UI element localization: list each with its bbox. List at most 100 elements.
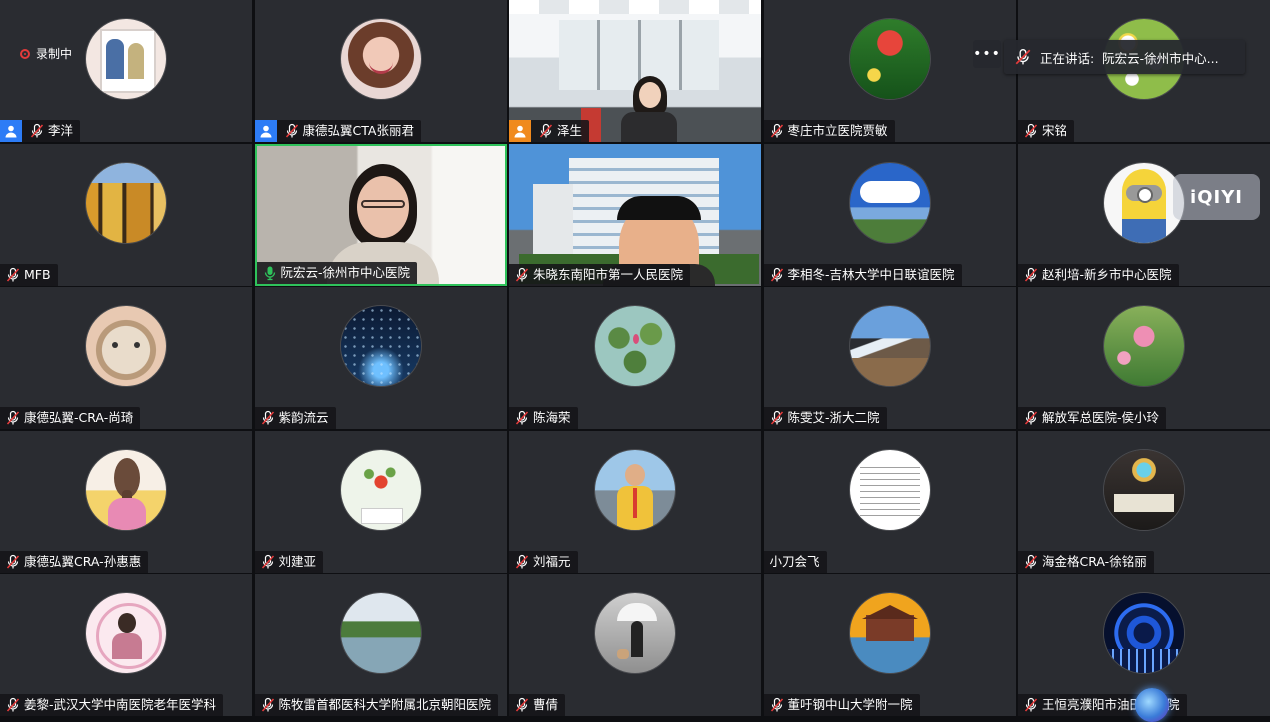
participant-name: 朱晓东南阳市第一人民医院 (533, 266, 684, 282)
participant-tile[interactable]: 刘建亚 (254, 430, 507, 573)
participant-tile[interactable]: 朱晓东南阳市第一人民医院 (509, 143, 761, 286)
participant-label: 解放军总医院-侯小玲 (1018, 407, 1167, 429)
participant-label: 姜黎-武汉大学中南医院老年医学科 (0, 694, 224, 716)
speaking-indicator[interactable]: 正在讲话: 阮宏云-徐州市中心... (1004, 40, 1245, 74)
muted-mic-icon (539, 123, 553, 138)
participant-name: 陈雯艾-浙大二院 (787, 410, 880, 425)
participant-name: 枣庄市立医院贾敏 (787, 123, 888, 138)
avatar (848, 18, 931, 100)
participant-label: 董吁钢中山大学附一院 (763, 694, 920, 716)
participant-tile[interactable]: 陈雯艾-浙大二院 (763, 287, 1016, 429)
muted-mic-icon (515, 554, 529, 569)
participant-tile[interactable]: 康德弘翼CTA张丽君 (254, 0, 507, 142)
participant-label: 李相冬-吉林大学中日联谊医院 (763, 263, 962, 286)
participant-tile[interactable]: 枣庄市立医院贾敏 (763, 0, 1016, 142)
participant-tile[interactable]: 小刀会飞 (763, 430, 1016, 573)
participant-tile[interactable]: 李相冬-吉林大学中日联谊医院 (763, 143, 1016, 286)
muted-mic-icon (6, 697, 20, 712)
participant-tile[interactable]: 海金格CRA-徐铭丽 (1018, 430, 1270, 573)
participant-tile[interactable]: 李洋 (0, 0, 252, 142)
muted-mic-icon (6, 554, 20, 569)
participant-label: 紫韵流云 (254, 407, 336, 429)
participant-name: 赵利培-新乡市中心医院 (1042, 266, 1172, 282)
speaking-label: 正在讲话: 阮宏云-徐州市中心... (1040, 50, 1219, 66)
recording-indicator[interactable]: 录制中 (20, 45, 72, 62)
avatar (85, 161, 167, 244)
avatar (1103, 305, 1185, 387)
participant-tile[interactable]: 董吁钢中山大学附一院 (763, 574, 1016, 716)
participant-tile[interactable]: MFB (0, 143, 252, 286)
more-options-button[interactable]: ••• (973, 40, 1001, 68)
speaking-mic-icon (264, 266, 275, 280)
participant-tile[interactable]: 解放军总医院-侯小玲 (1018, 287, 1270, 429)
avatar (339, 592, 422, 674)
participant-tile[interactable]: 康德弘翼-CRA-尚琦 (0, 287, 252, 429)
participant-label: 宋铭 (1018, 120, 1075, 142)
floating-assistant-icon[interactable] (1135, 688, 1169, 722)
participant-label: 李洋 (0, 120, 81, 142)
participant-label: 陈雯艾-浙大二院 (763, 407, 887, 429)
muted-mic-icon (285, 123, 298, 138)
participant-label: 陈牧雷首都医科大学附属北京朝阳医院 (254, 694, 499, 716)
participant-label: 刘建亚 (254, 550, 324, 573)
muted-mic-icon (770, 697, 783, 712)
avatar (848, 592, 931, 674)
avatar (85, 18, 167, 100)
muted-mic-icon (30, 123, 44, 138)
participant-label: 小刀会飞 (763, 550, 827, 573)
participant-tile[interactable]: 陈牧雷首都医科大学附属北京朝阳医院 (254, 574, 507, 716)
participant-name: 小刀会飞 (769, 553, 820, 569)
muted-mic-icon (261, 697, 274, 712)
participant-name: 阮宏云-徐州市中心医院 (280, 264, 411, 280)
participant-tile[interactable]: 紫韵流云 (254, 287, 507, 429)
participant-label: 康德弘翼CTA张丽君 (254, 120, 421, 142)
participant-name: 李洋 (48, 123, 74, 138)
avatar (594, 448, 676, 531)
recording-label: 录制中 (36, 47, 73, 61)
participant-name: 解放军总医院-侯小玲 (1042, 410, 1160, 425)
participant-label: 刘福元 (509, 550, 578, 573)
participant-label: 曹倩 (509, 694, 566, 716)
cohost-badge-icon (509, 120, 531, 142)
avatar (594, 305, 676, 387)
participant-name: 刘福元 (533, 553, 571, 569)
participant-name: 宋铭 (1042, 123, 1068, 138)
watermark-text: iQIYI (1190, 186, 1243, 208)
participant-name: 董吁钢中山大学附一院 (787, 697, 913, 712)
participant-tile[interactable]: 刘福元 (509, 430, 761, 573)
avatar (848, 161, 931, 244)
participant-name: 康德弘翼-CRA-尚琦 (24, 410, 134, 425)
participant-label: 枣庄市立医院贾敏 (763, 120, 895, 142)
muted-mic-icon (770, 267, 783, 282)
participant-name: 海金格CRA-徐铭丽 (1042, 553, 1147, 569)
muted-mic-icon (261, 410, 274, 425)
participant-tile[interactable]: 康德弘翼CRA-孙惠惠 (0, 430, 252, 573)
participant-tile[interactable]: 泽生 (509, 0, 761, 142)
muted-mic-icon (6, 410, 20, 425)
participant-name: 紫韵流云 (278, 410, 329, 425)
avatar (1103, 448, 1185, 531)
participant-label: 赵利培-新乡市中心医院 (1018, 263, 1179, 286)
participant-tile[interactable]: 阮宏云-徐州市中心医院 (254, 143, 507, 286)
muted-mic-icon (770, 123, 783, 138)
muted-mic-icon (515, 410, 529, 425)
avatar (85, 448, 167, 531)
record-icon (20, 48, 30, 59)
avatar (594, 592, 676, 674)
muted-mic-icon (1024, 697, 1038, 712)
muted-mic-icon (261, 554, 274, 569)
participant-name: 李相冬-吉林大学中日联谊医院 (787, 266, 955, 282)
avatar (339, 18, 422, 100)
participant-tile[interactable]: 曹倩 (509, 574, 761, 716)
more-icon: ••• (973, 46, 1001, 62)
avatar (85, 592, 167, 674)
muted-mic-icon (6, 267, 20, 282)
participant-name: 姜黎-武汉大学中南医院老年医学科 (24, 697, 217, 712)
participant-tile[interactable]: 陈海荣 (509, 287, 761, 429)
participant-tile[interactable]: 姜黎-武汉大学中南医院老年医学科 (0, 574, 252, 716)
participant-label: 康德弘翼-CRA-尚琦 (0, 407, 141, 429)
participant-label: 海金格CRA-徐铭丽 (1018, 550, 1154, 573)
muted-mic-icon (515, 267, 529, 282)
avatar (339, 448, 422, 531)
participant-name: 康德弘翼CTA张丽君 (302, 123, 414, 138)
